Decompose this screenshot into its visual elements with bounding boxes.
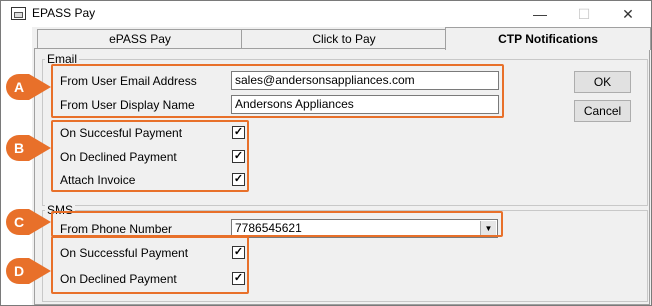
close-button[interactable]: ✕ bbox=[606, 1, 650, 27]
highlight-box-b bbox=[51, 120, 249, 192]
app-icon bbox=[11, 7, 26, 20]
callout-letter-d: D bbox=[13, 263, 25, 279]
tab-epass-pay[interactable]: ePASS Pay bbox=[37, 29, 243, 49]
callout-marker-d: D bbox=[6, 258, 51, 284]
window-title: EPASS Pay bbox=[32, 6, 96, 20]
highlight-box-d bbox=[51, 236, 249, 294]
callout-letter-c: C bbox=[13, 214, 25, 230]
callout-letter-a: A bbox=[13, 79, 25, 95]
highlight-box-c bbox=[51, 211, 503, 237]
callout-marker-a: A bbox=[6, 74, 51, 100]
tab-click-to-pay[interactable]: Click to Pay bbox=[241, 29, 447, 49]
ok-button[interactable]: OK bbox=[574, 71, 631, 93]
callout-letter-b: B bbox=[13, 140, 25, 156]
callout-marker-b: B bbox=[6, 135, 51, 161]
minimize-button[interactable]: — bbox=[518, 1, 562, 27]
maximize-button: ☐ bbox=[577, 6, 591, 22]
title-bar[interactable]: EPASS Pay — ☐ ✕ bbox=[1, 1, 651, 27]
callout-marker-c: C bbox=[6, 209, 51, 235]
highlight-box-a bbox=[51, 64, 504, 118]
tab-ctp-notifications[interactable]: CTP Notifications bbox=[445, 27, 651, 50]
cancel-button[interactable]: Cancel bbox=[574, 100, 631, 122]
